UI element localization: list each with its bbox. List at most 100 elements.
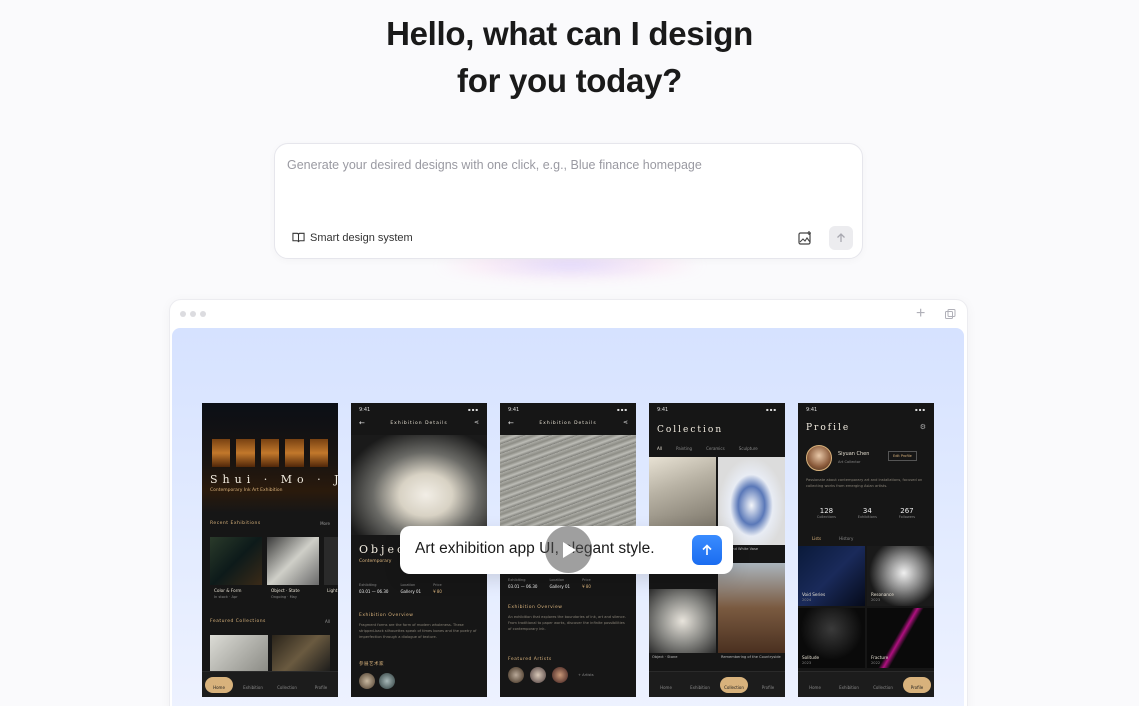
tab-home[interactable]: Home (652, 677, 680, 693)
card-title: Object · State (271, 588, 300, 593)
info-cell: Price ¥ 80 (582, 578, 591, 589)
lanterns (212, 439, 329, 467)
status-icons: ▪▪▪ (467, 407, 479, 412)
tab-collection[interactable]: Collection (869, 677, 897, 693)
featured-image[interactable] (210, 635, 268, 673)
bottom-tab-bar: Home Exhibition Collection Profile (649, 671, 785, 697)
bottom-tab-bar: Home Exhibition Collection Profile (798, 671, 934, 697)
tab-lists[interactable]: Lists (812, 536, 821, 541)
info-cell: Location Gallery 01 (400, 583, 422, 594)
filter-painting[interactable]: Painting (676, 446, 692, 451)
window-dot (180, 311, 186, 317)
avatar[interactable] (552, 667, 568, 683)
exhibition-subtitle: Contemporary Ink Art Exhibition (210, 488, 283, 493)
arrow-up-icon (837, 233, 845, 242)
detail-header: Exhibition Details (390, 421, 448, 426)
profile-title: Profile (806, 423, 851, 433)
status-icons: ▪▪▪ (914, 407, 926, 412)
card-sub: In stock · Apr (214, 595, 238, 599)
detail-info: Exhibiting 03.01 — 06.30 Location Gallery … (508, 578, 591, 589)
window-dot (200, 311, 206, 317)
image-upload-icon[interactable] (797, 230, 813, 246)
tab-profile[interactable]: Profile (754, 677, 782, 693)
tab-profile[interactable]: Profile (307, 677, 335, 693)
card-image[interactable] (267, 537, 319, 585)
overview-label: Exhibition Overview (508, 605, 563, 610)
card-image[interactable] (210, 537, 262, 585)
filter-all[interactable]: All (657, 446, 662, 451)
copy-icon[interactable] (945, 309, 956, 320)
smart-design-label: Smart design system (310, 231, 413, 244)
hero-line-1: Hello, what can I design (386, 15, 753, 52)
hero-line-2: for you today? (457, 62, 682, 99)
play-icon (562, 541, 576, 558)
stat: 128 Collections (816, 507, 837, 519)
tab-history[interactable]: History (839, 536, 853, 541)
hero-image (202, 403, 338, 513)
demo-send-button[interactable] (692, 535, 722, 565)
status-time: 9:41 (657, 407, 669, 413)
work-title: Solitude (802, 655, 820, 660)
share-icon[interactable]: ⋖ (474, 419, 479, 426)
avatar[interactable] (530, 667, 546, 683)
work-title: Void Series (802, 592, 826, 597)
status-time: 9:41 (359, 407, 371, 413)
card-title: Light (327, 588, 338, 593)
plus-icon[interactable]: + (916, 305, 925, 323)
send-button[interactable] (829, 226, 853, 250)
card-title: Color & Form (214, 588, 242, 593)
arrow-up-icon (702, 544, 712, 555)
card-image[interactable] (324, 537, 338, 585)
info-cell: Exhibiting 03.01 — 06.30 (359, 583, 389, 594)
featured-image[interactable] (272, 635, 330, 673)
avatar[interactable] (379, 673, 395, 689)
work-image[interactable] (798, 546, 865, 606)
status-icons: ▪▪▪ (616, 407, 628, 412)
overview-label: Exhibition Overview (359, 613, 414, 618)
work-image[interactable] (867, 546, 934, 606)
tab-exhibition[interactable]: Exhibition (239, 677, 267, 693)
featured-label: Featured Collections (210, 619, 266, 624)
collection-item-image[interactable] (649, 457, 716, 529)
work-year: 2023 (871, 598, 881, 602)
share-icon[interactable]: ⋖ (623, 419, 628, 426)
info-cell: Location Gallery 01 (549, 578, 571, 589)
hero-headline: Hello, what can I design for you today? (0, 10, 1139, 104)
tab-exhibition[interactable]: Exhibition (835, 677, 863, 693)
filter-ceramics[interactable]: Ceramics (706, 446, 725, 451)
prompt-box[interactable]: Generate your desired designs with one c… (274, 143, 863, 259)
tab-collection[interactable]: Collection (720, 676, 748, 693)
featured-more-link[interactable]: All (325, 619, 330, 624)
profile-avatar[interactable] (806, 445, 832, 471)
play-button[interactable] (545, 526, 592, 573)
stone-image[interactable] (649, 589, 716, 653)
work-year: 2022 (871, 661, 881, 665)
avatar[interactable] (508, 667, 524, 683)
avatar[interactable] (359, 673, 375, 689)
status-time: 9:41 (508, 407, 520, 413)
window-dot (190, 311, 196, 317)
window-controls (180, 311, 206, 317)
recent-more-link[interactable]: More (320, 521, 330, 526)
tab-profile[interactable]: Profile (903, 676, 931, 693)
edit-profile-button[interactable]: Edit Profile (888, 451, 917, 461)
painting-image[interactable] (718, 563, 785, 653)
work-title: Resonance (871, 592, 894, 597)
tab-home[interactable]: Home (205, 676, 233, 693)
profile-tabs: Lists History (812, 536, 853, 541)
settings-icon[interactable]: ⚙ (920, 423, 926, 431)
smart-design-system-button[interactable]: Smart design system (292, 231, 413, 244)
demo-chat-text: Art exhibition app UI, elegant style. (415, 540, 655, 557)
recent-label: Recent Exhibitions (210, 521, 261, 526)
collection-item-title: Remembering of the Countryside (721, 655, 781, 659)
collection-item-title: Object · Stone (652, 655, 678, 659)
overview-text: Fragment forms are the form of modern wh… (359, 623, 477, 639)
tab-home[interactable]: Home (801, 677, 829, 693)
tab-exhibition[interactable]: Exhibition (686, 677, 714, 693)
tab-collection[interactable]: Collection (273, 677, 301, 693)
artists-more[interactable]: + Artists (578, 673, 594, 677)
detail-info: Exhibiting 03.01 — 06.30 Location Gallery … (359, 583, 442, 594)
info-cell: Price ¥ 80 (433, 583, 442, 594)
filter-sculpture[interactable]: Sculpture (739, 446, 758, 451)
prompt-input[interactable]: Generate your desired designs with one c… (287, 158, 702, 172)
